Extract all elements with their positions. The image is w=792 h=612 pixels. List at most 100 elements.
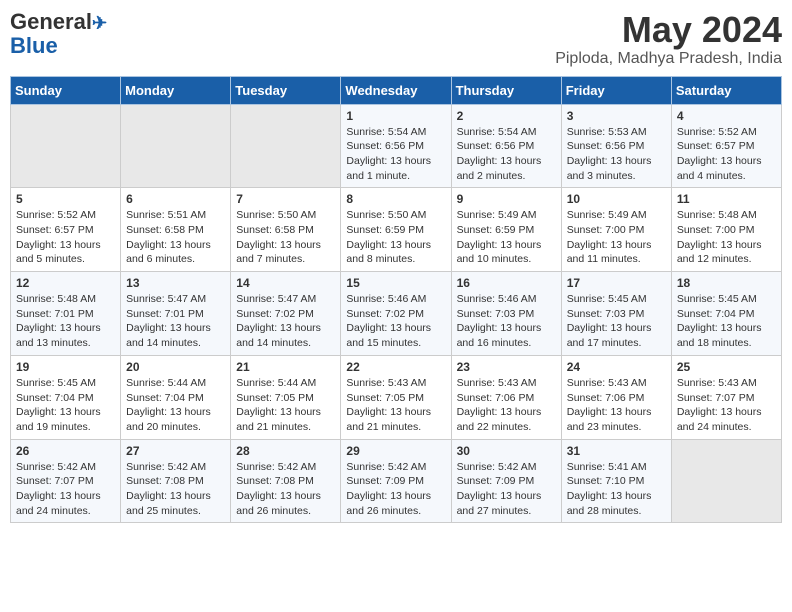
calendar-cell: 14 Sunrise: 5:47 AM Sunset: 7:02 PM Dayli… <box>231 272 341 356</box>
day-number: 20 <box>126 360 225 374</box>
day-info: Sunrise: 5:43 AM Sunset: 7:06 PM Dayligh… <box>567 376 666 435</box>
calendar-cell: 23 Sunrise: 5:43 AM Sunset: 7:06 PM Dayli… <box>451 355 561 439</box>
day-info: Sunrise: 5:45 AM Sunset: 7:04 PM Dayligh… <box>16 376 115 435</box>
day-number: 7 <box>236 192 335 206</box>
weekday-header-monday: Monday <box>121 76 231 104</box>
day-info: Sunrise: 5:42 AM Sunset: 7:07 PM Dayligh… <box>16 460 115 519</box>
logo-general: General <box>10 9 92 34</box>
calendar-cell <box>231 104 341 188</box>
day-info: Sunrise: 5:42 AM Sunset: 7:08 PM Dayligh… <box>126 460 225 519</box>
calendar-cell: 28 Sunrise: 5:42 AM Sunset: 7:08 PM Dayli… <box>231 439 341 523</box>
calendar-cell: 20Sunrise: 5:44 AM Sunset: 7:04 PM Dayli… <box>121 355 231 439</box>
day-number: 26 <box>16 444 115 458</box>
calendar-cell: 4 Sunrise: 5:52 AM Sunset: 6:57 PM Daylig… <box>671 104 781 188</box>
day-number: 10 <box>567 192 666 206</box>
day-info: Sunrise: 5:50 AM Sunset: 6:59 PM Dayligh… <box>346 208 445 267</box>
calendar-cell: 10 Sunrise: 5:49 AM Sunset: 7:00 PM Dayli… <box>561 188 671 272</box>
day-number: 31 <box>567 444 666 458</box>
weekday-header-tuesday: Tuesday <box>231 76 341 104</box>
logo-blue: Blue <box>10 33 58 58</box>
calendar-cell: 2 Sunrise: 5:54 AM Sunset: 6:56 PM Daylig… <box>451 104 561 188</box>
day-number: 2 <box>457 109 556 123</box>
day-info: Sunrise: 5:43 AM Sunset: 7:07 PM Dayligh… <box>677 376 776 435</box>
day-number: 14 <box>236 276 335 290</box>
calendar-cell: 8 Sunrise: 5:50 AM Sunset: 6:59 PM Daylig… <box>341 188 451 272</box>
month-title: May 2024 <box>555 10 782 50</box>
logo: General✈ Blue <box>10 10 107 58</box>
day-number: 25 <box>677 360 776 374</box>
day-number: 22 <box>346 360 445 374</box>
day-info: Sunrise: 5:48 AM Sunset: 7:01 PM Dayligh… <box>16 292 115 351</box>
week-row-2: 5Sunrise: 5:52 AM Sunset: 6:57 PM Daylig… <box>11 188 782 272</box>
day-number: 17 <box>567 276 666 290</box>
calendar-cell: 18Sunrise: 5:45 AM Sunset: 7:04 PM Dayli… <box>671 272 781 356</box>
day-info: Sunrise: 5:46 AM Sunset: 7:02 PM Dayligh… <box>346 292 445 351</box>
week-row-4: 19 Sunrise: 5:45 AM Sunset: 7:04 PM Dayli… <box>11 355 782 439</box>
day-info: Sunrise: 5:42 AM Sunset: 7:09 PM Dayligh… <box>346 460 445 519</box>
day-number: 21 <box>236 360 335 374</box>
day-number: 5 <box>16 192 115 206</box>
day-info: Sunrise: 5:41 AM Sunset: 7:10 PM Dayligh… <box>567 460 666 519</box>
day-info: Sunrise: 5:49 AM Sunset: 7:00 PM Dayligh… <box>567 208 666 267</box>
day-number: 23 <box>457 360 556 374</box>
day-info: Sunrise: 5:50 AM Sunset: 6:58 PM Dayligh… <box>236 208 335 267</box>
calendar-cell: 13Sunrise: 5:47 AM Sunset: 7:01 PM Dayli… <box>121 272 231 356</box>
day-number: 3 <box>567 109 666 123</box>
calendar-table: SundayMondayTuesdayWednesdayThursdayFrid… <box>10 76 782 524</box>
day-info: Sunrise: 5:49 AM Sunset: 6:59 PM Dayligh… <box>457 208 556 267</box>
logo-text: General✈ Blue <box>10 10 107 58</box>
day-number: 9 <box>457 192 556 206</box>
calendar-cell <box>11 104 121 188</box>
week-row-3: 12 Sunrise: 5:48 AM Sunset: 7:01 PM Dayli… <box>11 272 782 356</box>
calendar-cell: 5Sunrise: 5:52 AM Sunset: 6:57 PM Daylig… <box>11 188 121 272</box>
day-info: Sunrise: 5:47 AM Sunset: 7:01 PM Dayligh… <box>126 292 225 351</box>
day-info: Sunrise: 5:43 AM Sunset: 7:06 PM Dayligh… <box>457 376 556 435</box>
day-number: 12 <box>16 276 115 290</box>
calendar-cell: 9 Sunrise: 5:49 AM Sunset: 6:59 PM Daylig… <box>451 188 561 272</box>
day-number: 1 <box>346 109 445 123</box>
calendar-cell: 26 Sunrise: 5:42 AM Sunset: 7:07 PM Dayli… <box>11 439 121 523</box>
calendar-cell: 27 Sunrise: 5:42 AM Sunset: 7:08 PM Dayli… <box>121 439 231 523</box>
calendar-cell: 29Sunrise: 5:42 AM Sunset: 7:09 PM Dayli… <box>341 439 451 523</box>
day-number: 28 <box>236 444 335 458</box>
calendar-cell: 16Sunrise: 5:46 AM Sunset: 7:03 PM Dayli… <box>451 272 561 356</box>
weekday-header-wednesday: Wednesday <box>341 76 451 104</box>
day-info: Sunrise: 5:47 AM Sunset: 7:02 PM Dayligh… <box>236 292 335 351</box>
day-info: Sunrise: 5:48 AM Sunset: 7:00 PM Dayligh… <box>677 208 776 267</box>
day-number: 27 <box>126 444 225 458</box>
weekday-header-row: SundayMondayTuesdayWednesdayThursdayFrid… <box>11 76 782 104</box>
calendar-cell: 15 Sunrise: 5:46 AM Sunset: 7:02 PM Dayli… <box>341 272 451 356</box>
calendar-cell: 25 Sunrise: 5:43 AM Sunset: 7:07 PM Dayli… <box>671 355 781 439</box>
day-number: 30 <box>457 444 556 458</box>
day-info: Sunrise: 5:54 AM Sunset: 6:56 PM Dayligh… <box>457 125 556 184</box>
day-info: Sunrise: 5:44 AM Sunset: 7:05 PM Dayligh… <box>236 376 335 435</box>
calendar-cell: 6Sunrise: 5:51 AM Sunset: 6:58 PM Daylig… <box>121 188 231 272</box>
calendar-cell: 7 Sunrise: 5:50 AM Sunset: 6:58 PM Daylig… <box>231 188 341 272</box>
day-number: 19 <box>16 360 115 374</box>
calendar-cell: 11Sunrise: 5:48 AM Sunset: 7:00 PM Dayli… <box>671 188 781 272</box>
location: Piploda, Madhya Pradesh, India <box>555 50 782 68</box>
day-number: 6 <box>126 192 225 206</box>
calendar-cell: 3Sunrise: 5:53 AM Sunset: 6:56 PM Daylig… <box>561 104 671 188</box>
day-number: 15 <box>346 276 445 290</box>
day-number: 16 <box>457 276 556 290</box>
week-row-1: 1 Sunrise: 5:54 AM Sunset: 6:56 PM Daylig… <box>11 104 782 188</box>
weekday-header-thursday: Thursday <box>451 76 561 104</box>
day-info: Sunrise: 5:52 AM Sunset: 6:57 PM Dayligh… <box>677 125 776 184</box>
day-info: Sunrise: 5:45 AM Sunset: 7:03 PM Dayligh… <box>567 292 666 351</box>
week-row-5: 26 Sunrise: 5:42 AM Sunset: 7:07 PM Dayli… <box>11 439 782 523</box>
calendar-cell: 1 Sunrise: 5:54 AM Sunset: 6:56 PM Daylig… <box>341 104 451 188</box>
day-info: Sunrise: 5:45 AM Sunset: 7:04 PM Dayligh… <box>677 292 776 351</box>
day-number: 4 <box>677 109 776 123</box>
day-info: Sunrise: 5:54 AM Sunset: 6:56 PM Dayligh… <box>346 125 445 184</box>
calendar-cell: 31 Sunrise: 5:41 AM Sunset: 7:10 PM Dayli… <box>561 439 671 523</box>
calendar-cell: 12 Sunrise: 5:48 AM Sunset: 7:01 PM Dayli… <box>11 272 121 356</box>
calendar-cell: 17 Sunrise: 5:45 AM Sunset: 7:03 PM Dayli… <box>561 272 671 356</box>
day-info: Sunrise: 5:42 AM Sunset: 7:08 PM Dayligh… <box>236 460 335 519</box>
day-number: 8 <box>346 192 445 206</box>
day-number: 24 <box>567 360 666 374</box>
title-block: May 2024 Piploda, Madhya Pradesh, India <box>555 10 782 68</box>
weekday-header-saturday: Saturday <box>671 76 781 104</box>
calendar-cell: 21 Sunrise: 5:44 AM Sunset: 7:05 PM Dayli… <box>231 355 341 439</box>
weekday-header-sunday: Sunday <box>11 76 121 104</box>
